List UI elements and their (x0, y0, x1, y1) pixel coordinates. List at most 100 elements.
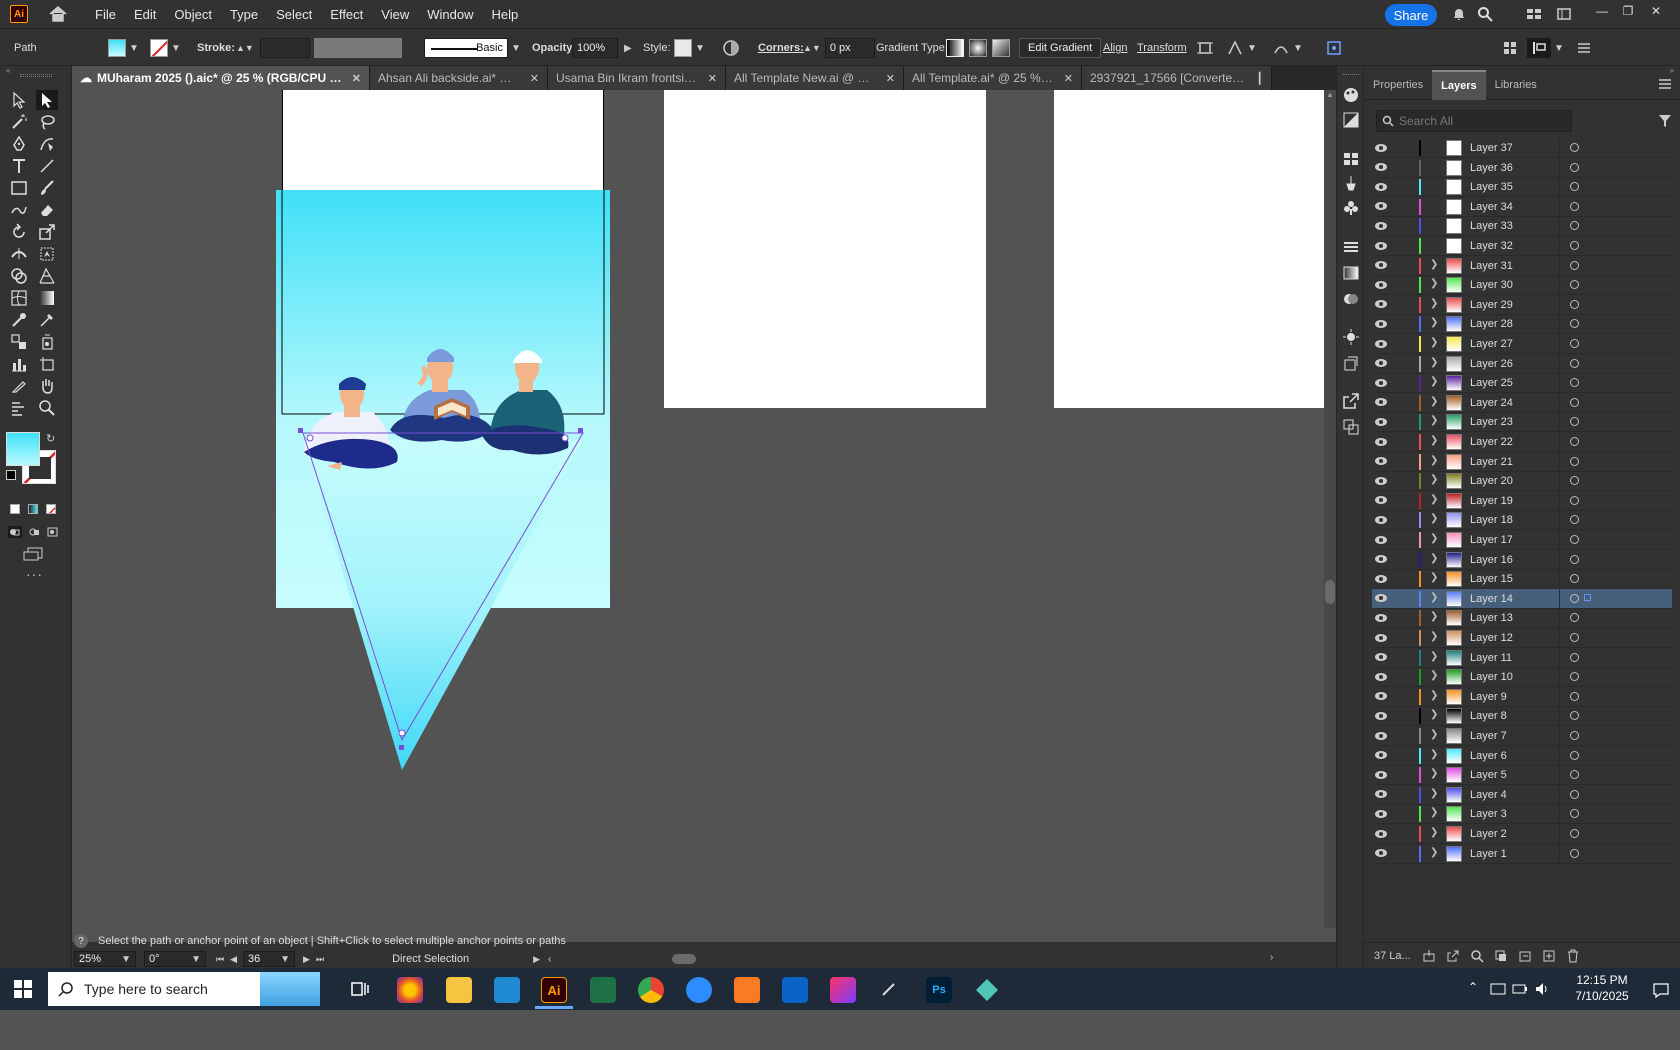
layer-row[interactable]: ❯ Layer 2 (1372, 824, 1672, 844)
layer-name[interactable]: Layer 25 (1470, 377, 1513, 389)
rotate-tool-icon[interactable] (8, 222, 30, 242)
layer-target-icon[interactable] (1570, 770, 1579, 780)
layer-name[interactable]: Layer 14 (1470, 593, 1513, 605)
visibility-eye-icon[interactable] (1374, 574, 1388, 584)
vertical-scrollbar[interactable]: ▲ (1324, 90, 1336, 928)
expand-layer-icon[interactable]: ❯ (1430, 807, 1438, 818)
layer-name[interactable]: Layer 6 (1470, 750, 1507, 762)
pen-app-icon[interactable] (880, 980, 898, 998)
layer-target-icon[interactable] (1570, 358, 1579, 368)
fill-color-swatch-front[interactable] (6, 432, 40, 466)
menu-edit[interactable]: Edit (125, 7, 165, 22)
excel-icon[interactable] (590, 977, 616, 1003)
draw-normal-icon[interactable] (8, 526, 22, 538)
change-screen-mode-icon[interactable] (22, 546, 46, 562)
layer-row[interactable]: ❯ Layer 9 (1372, 686, 1672, 707)
direct-selection-tool-icon[interactable] (36, 90, 58, 110)
xampp-icon[interactable] (734, 977, 760, 1003)
layer-target-icon[interactable] (1570, 535, 1579, 544)
bell-icon[interactable] (1451, 6, 1467, 22)
layer-name[interactable]: Layer 33 (1470, 220, 1513, 232)
visibility-eye-icon[interactable] (1374, 613, 1388, 623)
corners-stepper-icon[interactable]: ▲▼ (803, 43, 821, 53)
rotate-view-field[interactable]: 0° ▼ (144, 951, 206, 967)
visibility-eye-icon[interactable] (1374, 397, 1388, 407)
expand-layer-icon[interactable]: ❯ (1430, 317, 1438, 328)
menu-window[interactable]: Window (418, 7, 482, 22)
layer-name[interactable]: Layer 21 (1470, 456, 1513, 468)
vscode-icon[interactable] (494, 977, 520, 1003)
visibility-eye-icon[interactable] (1374, 143, 1388, 153)
isolate-object-icon[interactable] (1196, 39, 1214, 57)
layer-row[interactable]: ❯ Layer 19 (1372, 490, 1672, 511)
curvature-tool-icon[interactable] (36, 134, 58, 154)
layer-row[interactable]: ❯ Layer 11 (1372, 647, 1672, 668)
collapse-toolbar-icon[interactable]: « (6, 66, 10, 75)
symbols-icon[interactable] (1342, 199, 1360, 217)
home-icon[interactable] (48, 5, 68, 23)
expand-layer-icon[interactable]: ❯ (1430, 729, 1438, 740)
visibility-eye-icon[interactable] (1374, 495, 1388, 505)
layer-name[interactable]: Layer 29 (1470, 299, 1513, 311)
width-tool-icon[interactable] (8, 244, 30, 264)
show-hidden-icons[interactable]: ⌃ (1468, 980, 1478, 994)
expand-layer-icon[interactable]: ❯ (1430, 415, 1438, 426)
free-transform-tool-icon[interactable] (36, 244, 58, 264)
expand-layer-icon[interactable]: ❯ (1430, 259, 1438, 270)
corners-label[interactable]: Corners: (758, 29, 804, 67)
share-button[interactable]: Share (1385, 4, 1437, 26)
delete-layer-icon[interactable] (1566, 949, 1580, 963)
firefox-icon[interactable] (397, 977, 423, 1003)
layer-name[interactable]: Layer 26 (1470, 358, 1513, 370)
gradient-mode-icon[interactable] (28, 504, 38, 514)
eyedropper-tool-icon[interactable] (8, 310, 30, 330)
layer-target-icon[interactable] (1570, 143, 1579, 152)
visibility-eye-icon[interactable] (1374, 809, 1388, 819)
panel-tab-properties[interactable]: Properties (1364, 70, 1432, 100)
visibility-eye-icon[interactable] (1374, 770, 1388, 780)
layer-name[interactable]: Layer 22 (1470, 436, 1513, 448)
layer-target-icon[interactable] (1570, 495, 1579, 505)
layer-name[interactable]: Layer 5 (1470, 769, 1507, 781)
visibility-eye-icon[interactable] (1374, 456, 1388, 466)
layer-target-icon[interactable] (1570, 241, 1579, 250)
layer-row[interactable]: ❯ Layer 3 (1372, 804, 1672, 825)
layer-target-icon[interactable] (1570, 397, 1579, 407)
layer-row[interactable]: Layer 33 (1372, 216, 1672, 237)
panel-options-icon[interactable] (1658, 78, 1672, 90)
layer-name[interactable]: Layer 15 (1470, 573, 1513, 585)
graphic-styles-icon[interactable] (1342, 354, 1360, 372)
close-window-button[interactable]: ✕ (1648, 4, 1664, 18)
layer-target-icon[interactable] (1570, 437, 1579, 446)
visibility-eye-icon[interactable] (1374, 593, 1388, 603)
visibility-eye-icon[interactable] (1374, 417, 1388, 427)
expand-layer-icon[interactable]: ❯ (1430, 670, 1438, 681)
expand-layer-icon[interactable]: ❯ (1430, 357, 1438, 368)
export-selection-icon[interactable] (1446, 949, 1460, 963)
workspace-switcher[interactable] (1527, 38, 1551, 58)
strip-grip[interactable] (1343, 74, 1359, 75)
layer-target-icon[interactable] (1570, 260, 1579, 270)
menu-effect[interactable]: Effect (321, 7, 372, 22)
outlook-icon[interactable] (782, 977, 808, 1003)
collect-for-export-icon[interactable] (1422, 949, 1436, 963)
next-artboard-icon[interactable]: ▶ (303, 954, 310, 965)
layer-name[interactable]: Layer 7 (1470, 730, 1507, 742)
layer-target-icon[interactable] (1570, 593, 1579, 603)
scroll-up-icon[interactable]: ▲ (1326, 90, 1334, 99)
expand-layer-icon[interactable]: ❯ (1430, 690, 1438, 701)
artboards-icon[interactable] (1342, 418, 1360, 436)
layer-row[interactable]: ❯ Layer 15 (1372, 569, 1672, 590)
expand-layer-icon[interactable]: ❯ (1430, 631, 1438, 642)
layer-row[interactable]: Layer 32 (1372, 236, 1672, 256)
layer-target-icon[interactable] (1570, 711, 1579, 721)
expand-layer-icon[interactable]: ❯ (1430, 533, 1438, 544)
color-mode-icon[interactable] (10, 504, 20, 514)
layer-target-icon[interactable] (1570, 829, 1579, 838)
expand-layer-icon[interactable]: ❯ (1430, 455, 1438, 466)
windows-start-icon[interactable] (14, 980, 32, 998)
style-dropdown-icon[interactable]: ▼ (695, 43, 705, 54)
slice-tool-icon[interactable] (8, 376, 30, 396)
visibility-eye-icon[interactable] (1374, 711, 1388, 721)
visibility-eye-icon[interactable] (1374, 672, 1388, 682)
